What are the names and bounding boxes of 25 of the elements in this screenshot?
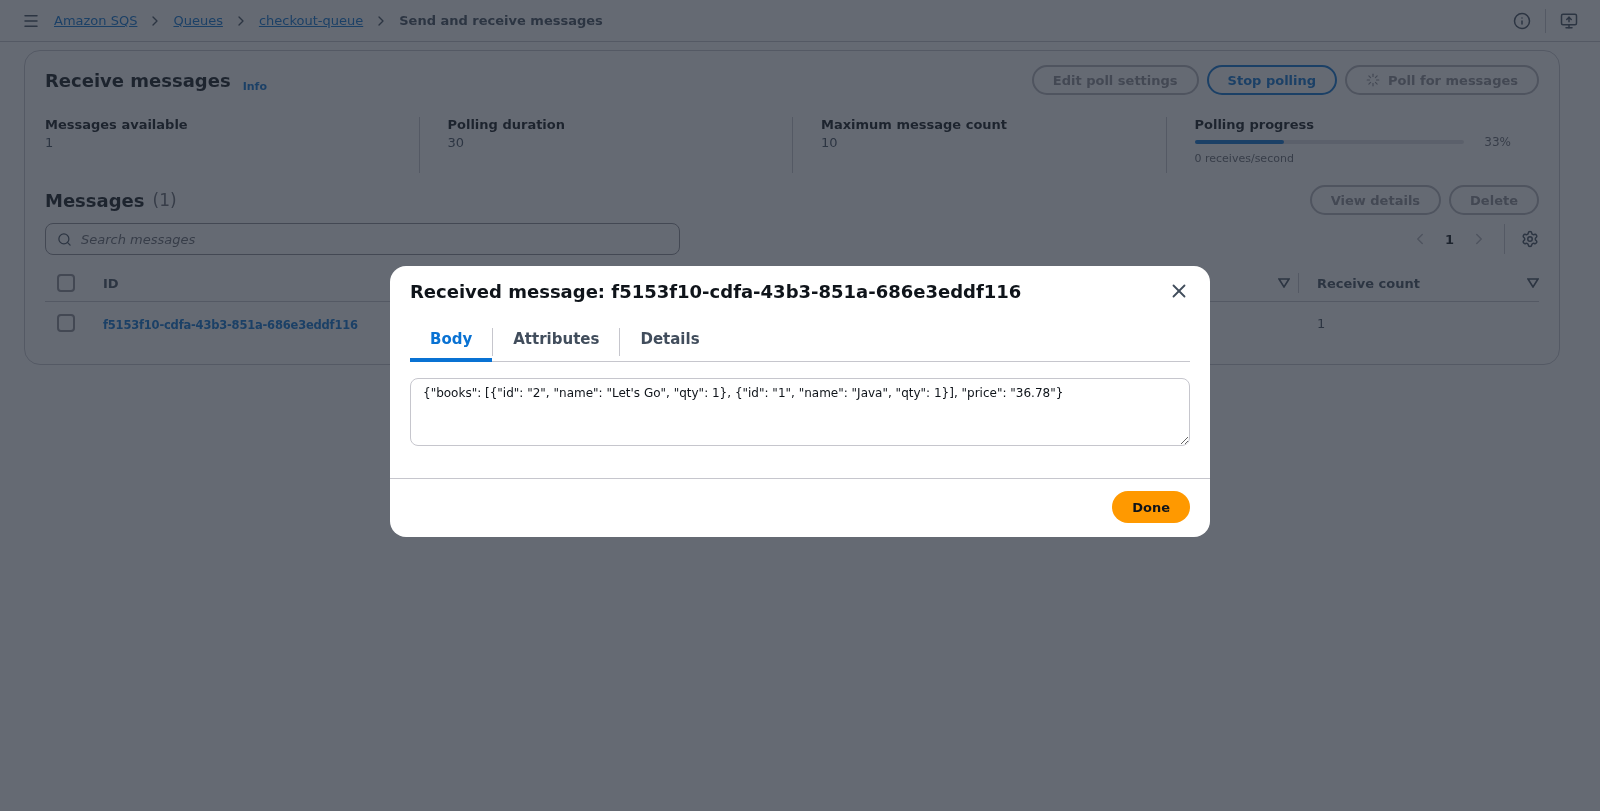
table-cell-text: 1 [1316,315,1327,331]
breadcrumb-link[interactable]: Amazon SQS [54,13,138,28]
column-header[interactable]: ID [103,275,119,291]
stat-label: Polling duration [447,117,566,132]
stat-label: Maximum message count [821,117,1009,132]
stat-value: 10 [821,135,839,150]
message-id-link[interactable]: f5153f10-cdfa-43b3-851a-686e3eddf116 [103,317,358,332]
panel-title: Receive messages [45,69,231,91]
info-link[interactable]: Info [242,80,267,93]
dialog-title: Received message: f5153f10-cdfa-43b3-851a-686e3eddf116 [410,280,1023,302]
stat-label: Messages available [45,117,189,132]
dialog-tab[interactable]: Body [410,322,493,362]
progress-label: Polling progress [1194,117,1316,132]
message-body-field[interactable]: {"books": [{"id": "2", "name": "Let's Go", "qty": 1}, {"id": "1", "name": "Java", "qty": 1}], "price": "36.78"} [410,378,1190,446]
done-button[interactable]: Done [1112,491,1190,523]
page-number[interactable]: 1 [1444,231,1454,247]
messages-title: Messages [45,189,145,211]
breadcrumb-link[interactable]: checkout-queue [258,13,364,28]
dialog-tab[interactable]: Details [620,322,720,362]
current-page-label: Send and receive messages [399,13,603,28]
stat-value: 1 [45,135,55,150]
dialog-tab[interactable]: Attributes [493,322,620,362]
stat-value: 30 [447,135,466,150]
column-header[interactable]: Receive count [1317,275,1420,291]
breadcrumb-link[interactable]: Queues [173,13,223,28]
